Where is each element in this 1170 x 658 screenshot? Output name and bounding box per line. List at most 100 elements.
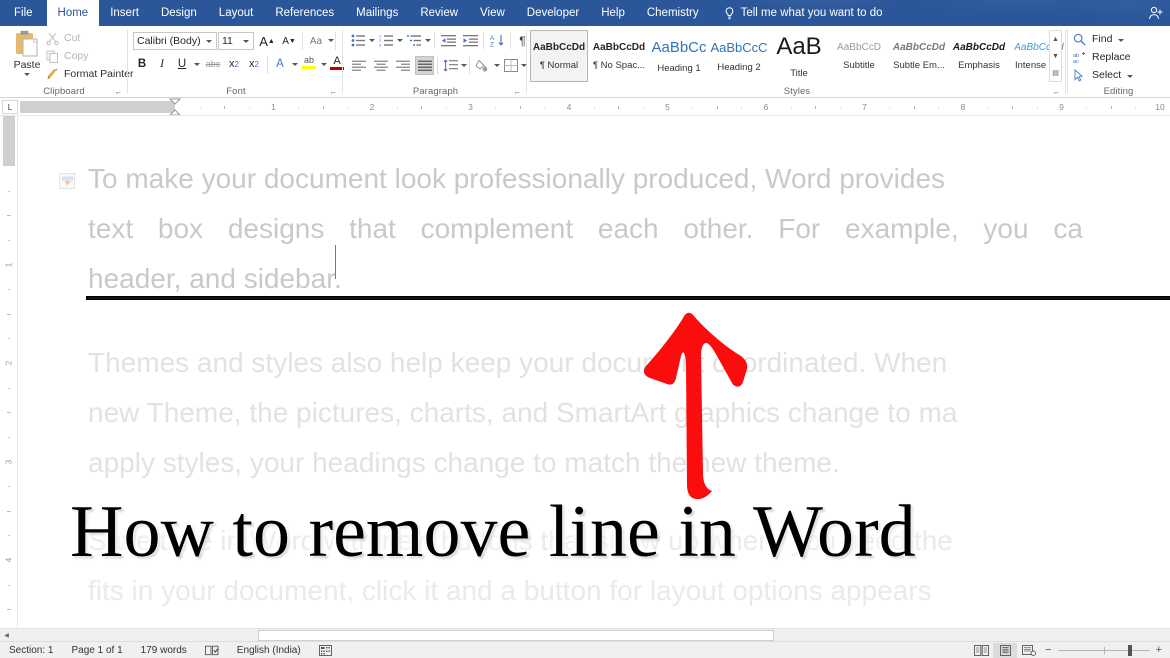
tab-home[interactable]: Home	[47, 0, 100, 26]
tab-view[interactable]: View	[469, 0, 516, 26]
numbering-button[interactable]: 1 2 3	[377, 31, 396, 50]
vertical-ruler[interactable]: 1234	[0, 116, 18, 628]
tab-stop-selector[interactable]: L	[2, 100, 18, 114]
tab-insert[interactable]: Insert	[99, 0, 150, 26]
text-effects-button[interactable]: A	[271, 55, 289, 73]
select-button[interactable]: Select	[1073, 66, 1133, 84]
superscript-button[interactable]: x2	[245, 55, 263, 73]
bold-button[interactable]: B	[133, 55, 151, 73]
tab-help[interactable]: Help	[590, 0, 636, 26]
styles-scroll-down-button[interactable]: ▼	[1050, 48, 1061, 64]
view-web-layout-button[interactable]	[1017, 643, 1041, 658]
status-accessibility[interactable]	[310, 642, 341, 658]
styles-more-button[interactable]: ▤	[1050, 65, 1061, 81]
status-section[interactable]: Section: 1	[0, 642, 62, 658]
multilevel-caret[interactable]	[425, 39, 431, 42]
document-canvas[interactable]: To make your document look professionall…	[18, 116, 1170, 628]
style-title[interactable]: AaB Title	[770, 30, 828, 82]
indent-markers[interactable]	[168, 98, 182, 116]
italic-button[interactable]: I	[153, 55, 171, 73]
tab-developer[interactable]: Developer	[516, 0, 590, 26]
align-right-button[interactable]	[393, 56, 412, 75]
paragraph-dialog-launcher[interactable]: ⌐	[515, 88, 524, 97]
align-left-button[interactable]	[349, 56, 368, 75]
style-emphasis[interactable]: AaBbCcDd Emphasis	[950, 30, 1008, 82]
font-name-combobox[interactable]: Calibri (Body)	[133, 32, 217, 50]
align-center-button[interactable]	[371, 56, 390, 75]
font-size-combobox[interactable]: 11	[218, 32, 254, 50]
find-caret[interactable]	[1118, 39, 1124, 42]
style-subtitle[interactable]: AaBbCcD Subtitle	[830, 30, 888, 82]
copy-button[interactable]: Copy	[46, 48, 89, 64]
text-effects-caret[interactable]	[292, 63, 298, 66]
font-dialog-launcher[interactable]: ⌐	[331, 88, 340, 97]
style-heading-2[interactable]: AaBbCcC Heading 2	[710, 30, 768, 82]
underline-caret[interactable]	[194, 63, 200, 66]
document-page[interactable]: To make your document look professionall…	[18, 116, 1170, 628]
zoom-in-button[interactable]: +	[1156, 644, 1162, 656]
tab-review[interactable]: Review	[409, 0, 469, 26]
status-page[interactable]: Page 1 of 1	[62, 642, 131, 658]
zoom-out-button[interactable]: −	[1045, 644, 1051, 656]
cut-button[interactable]: Cut	[46, 30, 80, 46]
tab-chemistry[interactable]: Chemistry	[636, 0, 710, 26]
styles-scrollbar[interactable]: ▲ ▼ ▤	[1049, 30, 1062, 82]
bullets-caret[interactable]	[369, 39, 375, 42]
style-no-spacing[interactable]: AaBbCcDd ¶ No Spac...	[590, 30, 648, 82]
line-spacing-button[interactable]	[441, 56, 460, 75]
paste-button[interactable]: Paste	[6, 29, 48, 85]
zoom-slider-track[interactable]	[1058, 650, 1150, 651]
line-spacing-caret[interactable]	[461, 64, 467, 67]
highlight-caret[interactable]	[321, 63, 327, 66]
style-normal[interactable]: AaBbCcDd ¶ Normal	[530, 30, 588, 82]
justify-button[interactable]	[415, 56, 434, 75]
font-name-caret[interactable]	[206, 40, 212, 43]
shading-caret[interactable]	[494, 64, 500, 67]
subscript-button[interactable]: x2	[225, 55, 243, 73]
replace-button[interactable]: ab ac Replace	[1073, 48, 1131, 66]
view-print-layout-button[interactable]	[993, 643, 1017, 658]
tab-file[interactable]: File	[0, 0, 47, 26]
style-subtle-emphasis[interactable]: AaBbCcDd Subtle Em...	[890, 30, 948, 82]
autocorrect-options-icon[interactable]	[59, 173, 75, 189]
status-language[interactable]: English (India)	[228, 642, 310, 658]
zoom-control[interactable]: − +	[1041, 644, 1170, 656]
multilevel-list-button[interactable]	[405, 31, 424, 50]
paste-dropdown-caret[interactable]	[24, 73, 30, 76]
styles-scroll-up-button[interactable]: ▲	[1050, 31, 1061, 47]
horizontal-scroll-thumb[interactable]	[258, 630, 774, 641]
style-heading-1[interactable]: AaBbCc Heading 1	[650, 30, 708, 82]
styles-dialog-launcher[interactable]: ⌐	[1054, 88, 1063, 97]
numbering-caret[interactable]	[397, 39, 403, 42]
shading-button[interactable]	[473, 56, 492, 75]
decrease-indent-button[interactable]	[439, 31, 458, 50]
horizontal-scrollbar[interactable]: ◀	[0, 628, 1170, 641]
clipboard-dialog-launcher[interactable]: ⌐	[116, 88, 125, 97]
change-case-caret[interactable]	[328, 39, 334, 42]
format-painter-button[interactable]: Format Painter	[46, 66, 133, 82]
tab-design[interactable]: Design	[150, 0, 208, 26]
underline-button[interactable]: U	[173, 55, 191, 73]
shrink-font-button[interactable]: A▼	[279, 31, 299, 51]
tab-mailings[interactable]: Mailings	[345, 0, 409, 26]
change-case-button[interactable]: Aa	[306, 31, 326, 51]
view-read-mode-button[interactable]	[969, 643, 993, 658]
tell-me-search[interactable]: Tell me what you want to do	[710, 0, 893, 26]
find-button[interactable]: Find	[1073, 30, 1124, 48]
tab-layout[interactable]: Layout	[208, 0, 265, 26]
highlight-button[interactable]: ab	[300, 55, 318, 73]
increase-indent-button[interactable]	[461, 31, 480, 50]
bullets-button[interactable]	[349, 31, 368, 50]
tab-references[interactable]: References	[264, 0, 345, 26]
sort-button[interactable]: A Z	[488, 31, 507, 50]
horizontal-line-border[interactable]	[86, 296, 1170, 300]
status-word-count[interactable]: 179 words	[132, 642, 196, 658]
font-size-caret[interactable]	[243, 40, 249, 43]
strikethrough-button[interactable]: abc	[203, 55, 223, 73]
select-caret[interactable]	[1127, 75, 1133, 78]
document-paragraph-1[interactable]: To make your document look professionall…	[88, 154, 1170, 304]
account-sign-in-icon[interactable]	[1148, 5, 1164, 21]
horizontal-ruler[interactable]: L 12345678910	[0, 98, 1170, 116]
status-proofing[interactable]	[196, 642, 228, 658]
grow-font-button[interactable]: A▲	[257, 31, 277, 51]
